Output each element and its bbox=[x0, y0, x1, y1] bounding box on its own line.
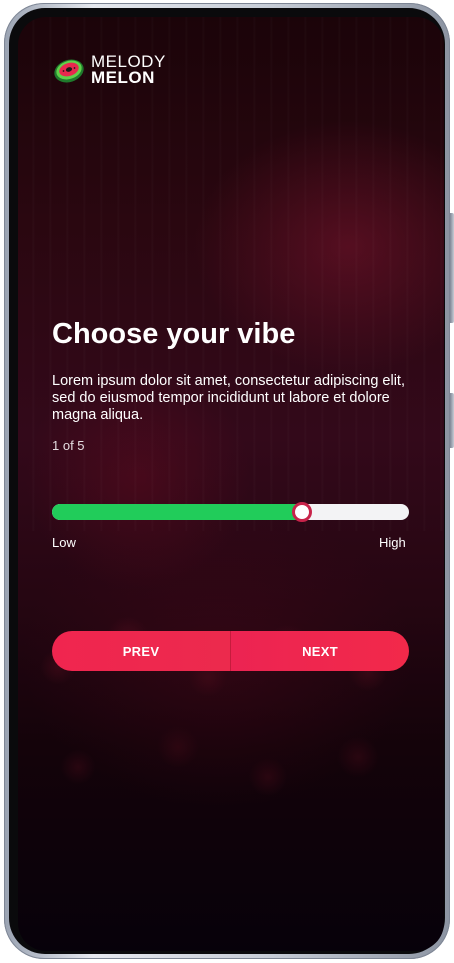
vibe-slider[interactable] bbox=[52, 502, 409, 522]
volume-button bbox=[450, 213, 454, 323]
power-button bbox=[450, 393, 454, 448]
phone-frame: MELODY MELON Choose your vibe Lorem ipsu… bbox=[4, 3, 454, 959]
slider-max-label: High bbox=[379, 535, 406, 550]
page-title: Choose your vibe bbox=[52, 318, 296, 350]
brand-name-bottom: MELON bbox=[91, 68, 155, 87]
slider-fill bbox=[52, 504, 302, 520]
app-screen: MELODY MELON Choose your vibe Lorem ipsu… bbox=[18, 17, 444, 951]
watermelon-disc-icon bbox=[52, 56, 86, 84]
page-description: Lorem ipsum dolor sit amet, consectetur … bbox=[52, 373, 405, 423]
navigation-buttons: PREV NEXT bbox=[52, 631, 409, 671]
step-indicator: 1 of 5 bbox=[52, 438, 85, 453]
background-light-streaks bbox=[18, 17, 444, 531]
slider-min-label: Low bbox=[52, 535, 76, 550]
brand-wordmark: MELODY MELON bbox=[91, 53, 166, 87]
slider-thumb[interactable] bbox=[291, 502, 312, 522]
app-logo: MELODY MELON bbox=[52, 53, 166, 87]
next-button[interactable]: NEXT bbox=[231, 631, 409, 671]
prev-button[interactable]: PREV bbox=[52, 631, 231, 671]
